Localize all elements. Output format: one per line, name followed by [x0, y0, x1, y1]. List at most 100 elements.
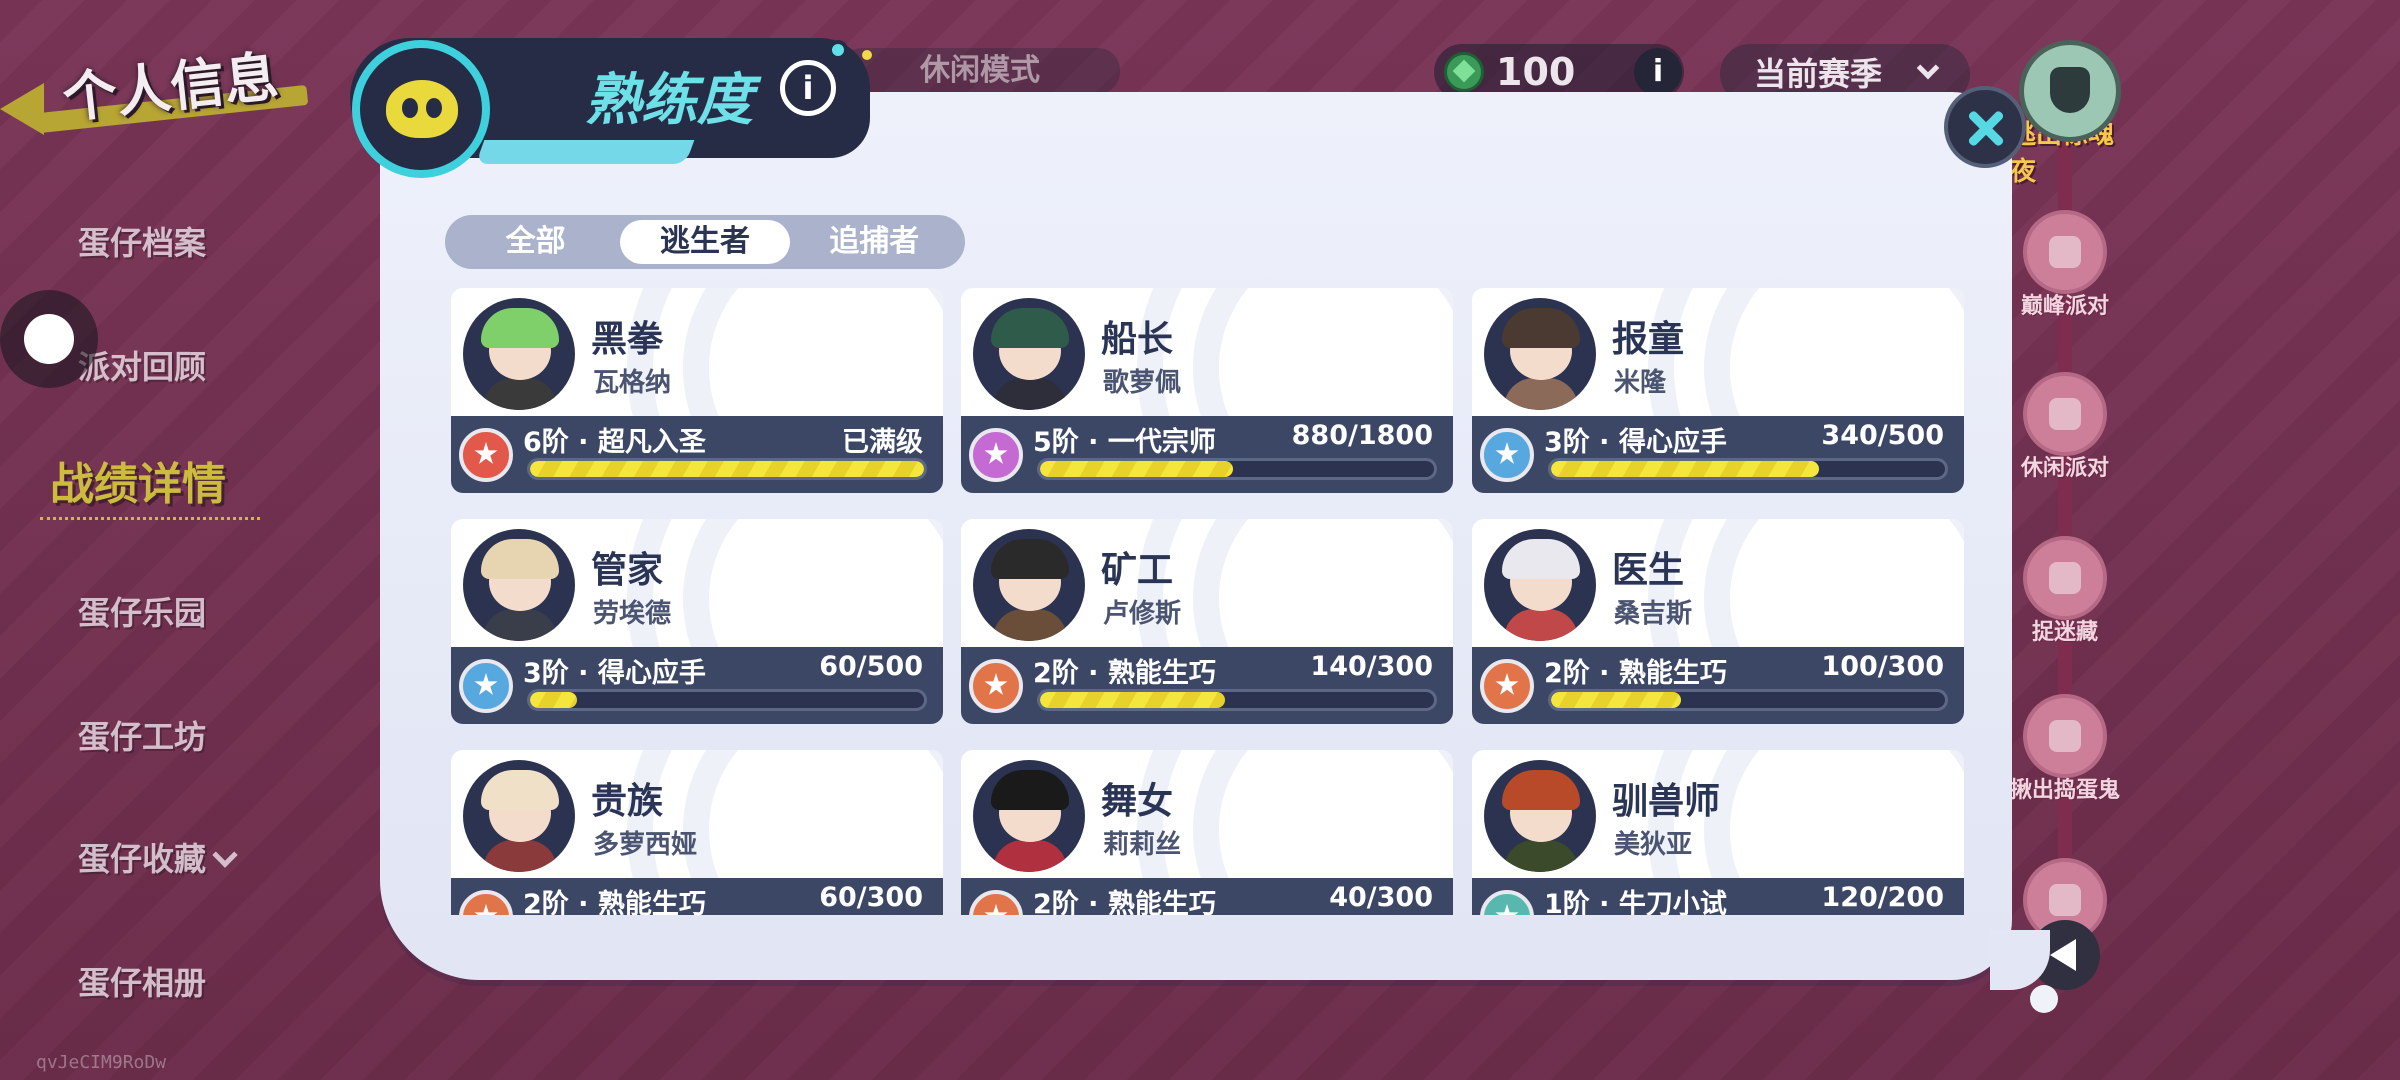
proficiency-footer: 2阶 · 熟能生巧 60/300	[451, 878, 943, 915]
proficiency-bar-fill	[1551, 692, 1682, 708]
info-icon[interactable]: i	[780, 60, 836, 116]
proficiency-progress: 340/500	[1821, 420, 1944, 451]
character-name: 舞女	[1101, 781, 1174, 822]
menu-item-workshop[interactable]: 蛋仔工坊	[78, 712, 206, 758]
character-subname: 桑吉斯	[1614, 599, 1693, 629]
character-card[interactable]: 管家 劳埃德 3阶 · 得心应手 60/500	[451, 519, 943, 724]
character-subname: 美狄亚	[1614, 830, 1693, 860]
proficiency-footer: 6阶 · 超凡入圣 已满级	[451, 416, 943, 493]
character-name: 报童	[1612, 319, 1685, 360]
rank-star-icon	[969, 890, 1023, 915]
proficiency-level: 3阶 · 得心应手	[523, 658, 706, 689]
escape-night-icon	[2019, 40, 2121, 142]
proficiency-bar	[1037, 458, 1437, 480]
character-subname: 瓦格纳	[593, 368, 672, 398]
character-name: 医生	[1612, 550, 1685, 591]
proficiency-bar	[1548, 458, 1948, 480]
character-avatar	[973, 298, 1085, 410]
proficiency-bar	[527, 689, 927, 711]
character-subname: 米隆	[1614, 368, 1667, 398]
proficiency-footer: 1阶 · 牛刀小试 120/200	[1472, 878, 1964, 915]
panel-title: 熟练度	[585, 68, 753, 133]
proficiency-progress: 880/1800	[1291, 420, 1433, 451]
character-avatar	[463, 529, 575, 641]
menu-item-album[interactable]: 蛋仔相册	[78, 958, 206, 1004]
character-card[interactable]: 矿工 卢修斯 2阶 · 熟能生巧 140/300	[961, 519, 1453, 724]
character-avatar	[463, 298, 575, 410]
character-card[interactable]: 驯兽师 美狄亚 1阶 · 牛刀小试 120/200	[1472, 750, 1964, 915]
rank-star-icon	[459, 659, 513, 713]
proficiency-progress: 100/300	[1821, 651, 1944, 682]
page-title: 个人信息	[59, 44, 282, 131]
back-button[interactable]: 个人信息	[0, 25, 330, 135]
character-name: 船长	[1101, 319, 1174, 360]
proficiency-progress: 60/300	[819, 882, 923, 913]
character-card[interactable]: 报童 米隆 3阶 · 得心应手 340/500	[1472, 288, 1964, 493]
tab-survivor[interactable]: 逃生者	[620, 220, 790, 264]
proficiency-progress: 已满级	[842, 427, 923, 458]
floating-assist-button[interactable]	[0, 290, 98, 388]
currency-value: 100	[1496, 50, 1576, 94]
menu-item-paradise[interactable]: 蛋仔乐园	[78, 588, 206, 634]
info-icon[interactable]: i	[1634, 48, 1682, 96]
proficiency-level: 2阶 · 熟能生巧	[1544, 658, 1727, 689]
close-button[interactable]	[1944, 86, 2026, 168]
proficiency-bar-fill	[1040, 692, 1226, 708]
tab-hunter[interactable]: 追捕者	[790, 220, 959, 264]
header-accent	[475, 140, 695, 164]
menu-item-profile[interactable]: 蛋仔档案	[78, 218, 206, 264]
character-card[interactable]: 贵族 多萝西娅 2阶 · 熟能生巧 60/300	[451, 750, 943, 915]
proficiency-logo-icon	[352, 40, 490, 178]
sparkle-icon	[828, 40, 848, 60]
proficiency-footer: 2阶 · 熟能生巧 100/300	[1472, 647, 1964, 724]
hide-seek-icon	[2023, 536, 2107, 620]
panel-tail-dot	[2030, 985, 2058, 1013]
rail-item-peak-party[interactable]: 巅峰派对	[2005, 210, 2125, 320]
proficiency-level: 2阶 · 熟能生巧	[1033, 658, 1216, 689]
back-arrow-icon	[0, 83, 44, 135]
character-card[interactable]: 舞女 莉莉丝 2阶 · 熟能生巧 40/300	[961, 750, 1453, 915]
character-card[interactable]: 黑拳 瓦格纳 6阶 · 超凡入圣 已满级	[451, 288, 943, 493]
character-avatar	[463, 760, 575, 872]
proficiency-progress: 60/500	[819, 651, 923, 682]
role-tabs: 全部 逃生者 追捕者	[445, 215, 965, 269]
proficiency-bar-fill	[1040, 461, 1234, 477]
menu-item-battle-details[interactable]: 战绩详情	[50, 448, 226, 512]
character-name: 驯兽师	[1612, 781, 1721, 822]
rank-star-icon	[1480, 428, 1534, 482]
rank-star-icon	[1480, 890, 1534, 915]
proficiency-level: 6阶 · 超凡入圣	[523, 427, 706, 458]
chevron-down-icon	[212, 842, 238, 868]
character-name: 黑拳	[591, 319, 664, 360]
proficiency-bar	[1037, 689, 1437, 711]
tab-all[interactable]: 全部	[451, 220, 620, 264]
menu-item-party-review[interactable]: 派对回顾	[78, 342, 206, 388]
magnifier-icon	[2023, 694, 2107, 778]
proficiency-footer: 5阶 · 一代宗师 880/1800	[961, 416, 1453, 493]
rank-star-icon	[1480, 659, 1534, 713]
character-avatar	[1484, 298, 1596, 410]
character-card[interactable]: 医生 桑吉斯 2阶 · 熟能生巧 100/300	[1472, 519, 1964, 724]
character-subname: 歌萝佩	[1103, 368, 1182, 398]
season-select-label: 当前赛季	[1754, 55, 1883, 93]
proficiency-level: 2阶 · 熟能生巧	[523, 889, 706, 915]
character-avatar	[973, 529, 1085, 641]
rank-star-icon	[969, 428, 1023, 482]
proficiency-footer: 3阶 · 得心应手 60/500	[451, 647, 943, 724]
proficiency-bar-fill	[1551, 461, 1819, 477]
casual-party-icon	[2023, 372, 2107, 456]
character-subname: 多萝西娅	[593, 830, 698, 860]
menu-item-collection[interactable]: 蛋仔收藏	[78, 834, 238, 880]
mode-tab-casual[interactable]: 休闲模式	[840, 48, 1120, 94]
character-card[interactable]: 船长 歌萝佩 5阶 · 一代宗师 880/1800	[961, 288, 1453, 493]
character-name: 贵族	[591, 781, 664, 822]
character-grid: 黑拳 瓦格纳 6阶 · 超凡入圣 已满级 船长 歌萝佩 5阶 · 一代宗师 88…	[445, 285, 1975, 915]
character-name: 矿工	[1101, 550, 1174, 591]
proficiency-progress: 120/200	[1821, 882, 1944, 913]
watermark-id: qvJeCIM9RoDw	[36, 1052, 167, 1073]
rail-item-find-trouble[interactable]: 揪出捣蛋鬼	[2005, 694, 2125, 804]
proficiency-footer: 2阶 · 熟能生巧 140/300	[961, 647, 1453, 724]
rail-item-hide-seek[interactable]: 捉迷藏	[2005, 536, 2125, 646]
rail-item-casual-party[interactable]: 休闲派对	[2005, 372, 2125, 482]
rail-item-escape-night[interactable]: 逃出惊魂夜	[2010, 40, 2130, 187]
